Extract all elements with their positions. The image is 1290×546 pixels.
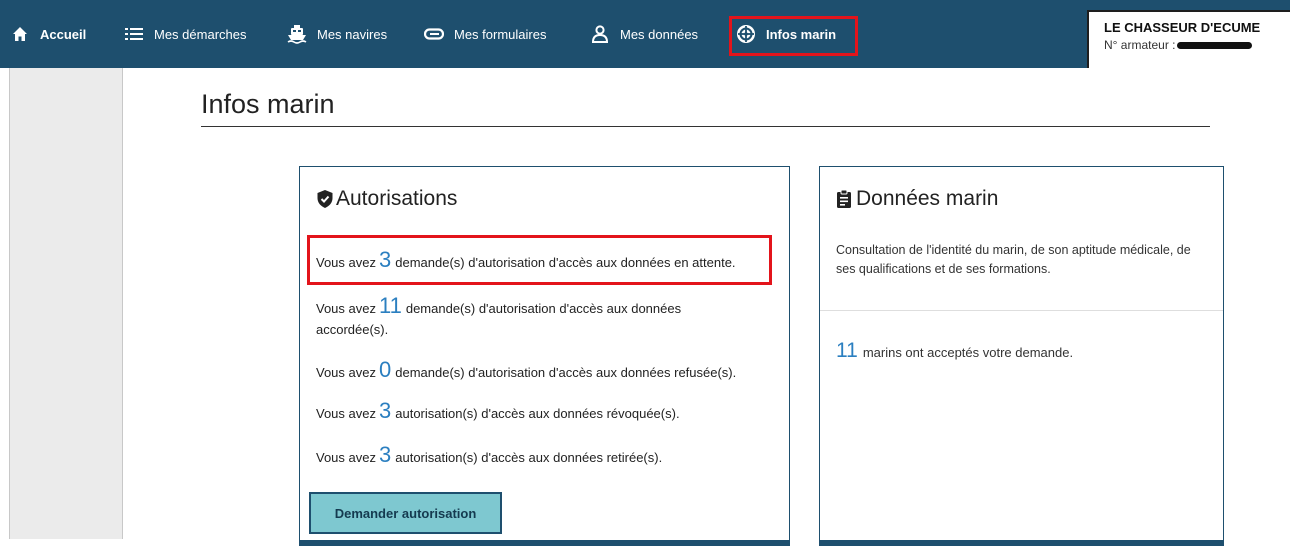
line-pending: Vous avez 3 demande(s) d'autorisation d'ac… bbox=[316, 247, 736, 273]
line-prefix: Vous avez bbox=[316, 450, 376, 465]
accepted-text: marins ont acceptés votre demande. bbox=[862, 345, 1074, 360]
line-revoked: Vous avez 3 autorisation(s) d'accès aux do… bbox=[316, 398, 680, 424]
shield-check-icon bbox=[316, 189, 334, 209]
nav-item-label: Mes données bbox=[620, 26, 699, 42]
top-navbar: Accueil Mes démarches Mes navires Mes fo… bbox=[0, 0, 1290, 68]
clipboard-icon bbox=[836, 189, 854, 209]
card-divider bbox=[820, 310, 1223, 311]
line-prefix: Vous avez bbox=[316, 365, 376, 380]
sidebar bbox=[9, 68, 123, 539]
line-withdrawn: Vous avez 3 autorisation(s) d'accès aux do… bbox=[316, 442, 662, 468]
count-withdrawn[interactable]: 3 bbox=[379, 442, 391, 467]
home-icon bbox=[10, 24, 30, 44]
line-granted: Vous avez 11 demande(s) d'autorisation d'a… bbox=[316, 295, 756, 340]
donnees-marin-card: Données marin Consultation de l'identité… bbox=[819, 166, 1224, 546]
title-divider bbox=[201, 126, 1210, 127]
donnees-header: Données marin bbox=[836, 187, 998, 211]
nav-item-mes-demarches[interactable]: Mes démarches bbox=[124, 0, 246, 68]
autorisations-card: Autorisations Vous avez 3 demande(s) d'aut… bbox=[299, 166, 790, 546]
owner-armateur: N° armateur : bbox=[1104, 38, 1290, 52]
line-prefix: Vous avez bbox=[316, 301, 376, 316]
page-title: Infos marin bbox=[201, 89, 335, 119]
line-suffix: demande(s) d'autorisation d'accès aux do… bbox=[395, 365, 737, 380]
line-suffix: autorisation(s) d'accès aux données révo… bbox=[395, 406, 680, 421]
armateur-label: N° armateur : bbox=[1104, 38, 1176, 52]
nav-item-label: Accueil bbox=[40, 26, 87, 42]
nav-item-mes-formulaires[interactable]: Mes formulaires bbox=[424, 0, 546, 68]
card-bottom-bar bbox=[820, 540, 1223, 545]
redacted-armateur-number bbox=[1177, 41, 1253, 49]
owner-info: LE CHASSEUR D'ECUME N° armateur : bbox=[1087, 10, 1290, 68]
nav-item-label: Mes démarches bbox=[154, 26, 247, 42]
nav-item-mes-navires[interactable]: Mes navires bbox=[287, 0, 387, 68]
nav-item-label: Mes navires bbox=[317, 26, 388, 42]
line-prefix: Vous avez bbox=[316, 255, 376, 270]
line-suffix: autorisation(s) d'accès aux données reti… bbox=[395, 450, 663, 465]
nav-item-accueil[interactable]: Accueil bbox=[10, 0, 86, 68]
count-revoked[interactable]: 3 bbox=[379, 398, 391, 423]
card-bottom-bar bbox=[300, 540, 789, 545]
donnees-title: Données marin bbox=[856, 187, 999, 210]
active-nav-highlight bbox=[729, 16, 858, 56]
count-refused[interactable]: 0 bbox=[379, 357, 391, 382]
count-pending[interactable]: 3 bbox=[379, 247, 391, 272]
ship-icon bbox=[287, 24, 307, 44]
line-suffix: demande(s) d'autorisation d'accès aux do… bbox=[395, 255, 736, 270]
link-icon bbox=[424, 24, 444, 44]
donnees-description: Consultation de l'identité du marin, de … bbox=[836, 243, 1191, 276]
count-granted[interactable]: 11 bbox=[379, 293, 402, 318]
list-icon bbox=[124, 24, 144, 44]
accepted-summary: 11 marins ont acceptés votre demande. bbox=[836, 339, 1073, 363]
line-refused: Vous avez 0 demande(s) d'autorisation d'ac… bbox=[316, 357, 736, 383]
autorisations-header: Autorisations bbox=[316, 187, 457, 211]
user-icon bbox=[590, 24, 610, 44]
nav-item-label: Mes formulaires bbox=[454, 26, 547, 42]
owner-name: LE CHASSEUR D'ECUME bbox=[1104, 20, 1261, 35]
nav-item-mes-donnees[interactable]: Mes données bbox=[590, 0, 698, 68]
request-authorization-button[interactable]: Demander autorisation bbox=[309, 492, 502, 534]
autorisations-title: Autorisations bbox=[336, 187, 458, 210]
accepted-count[interactable]: 11 bbox=[836, 339, 858, 362]
line-prefix: Vous avez bbox=[316, 406, 376, 421]
